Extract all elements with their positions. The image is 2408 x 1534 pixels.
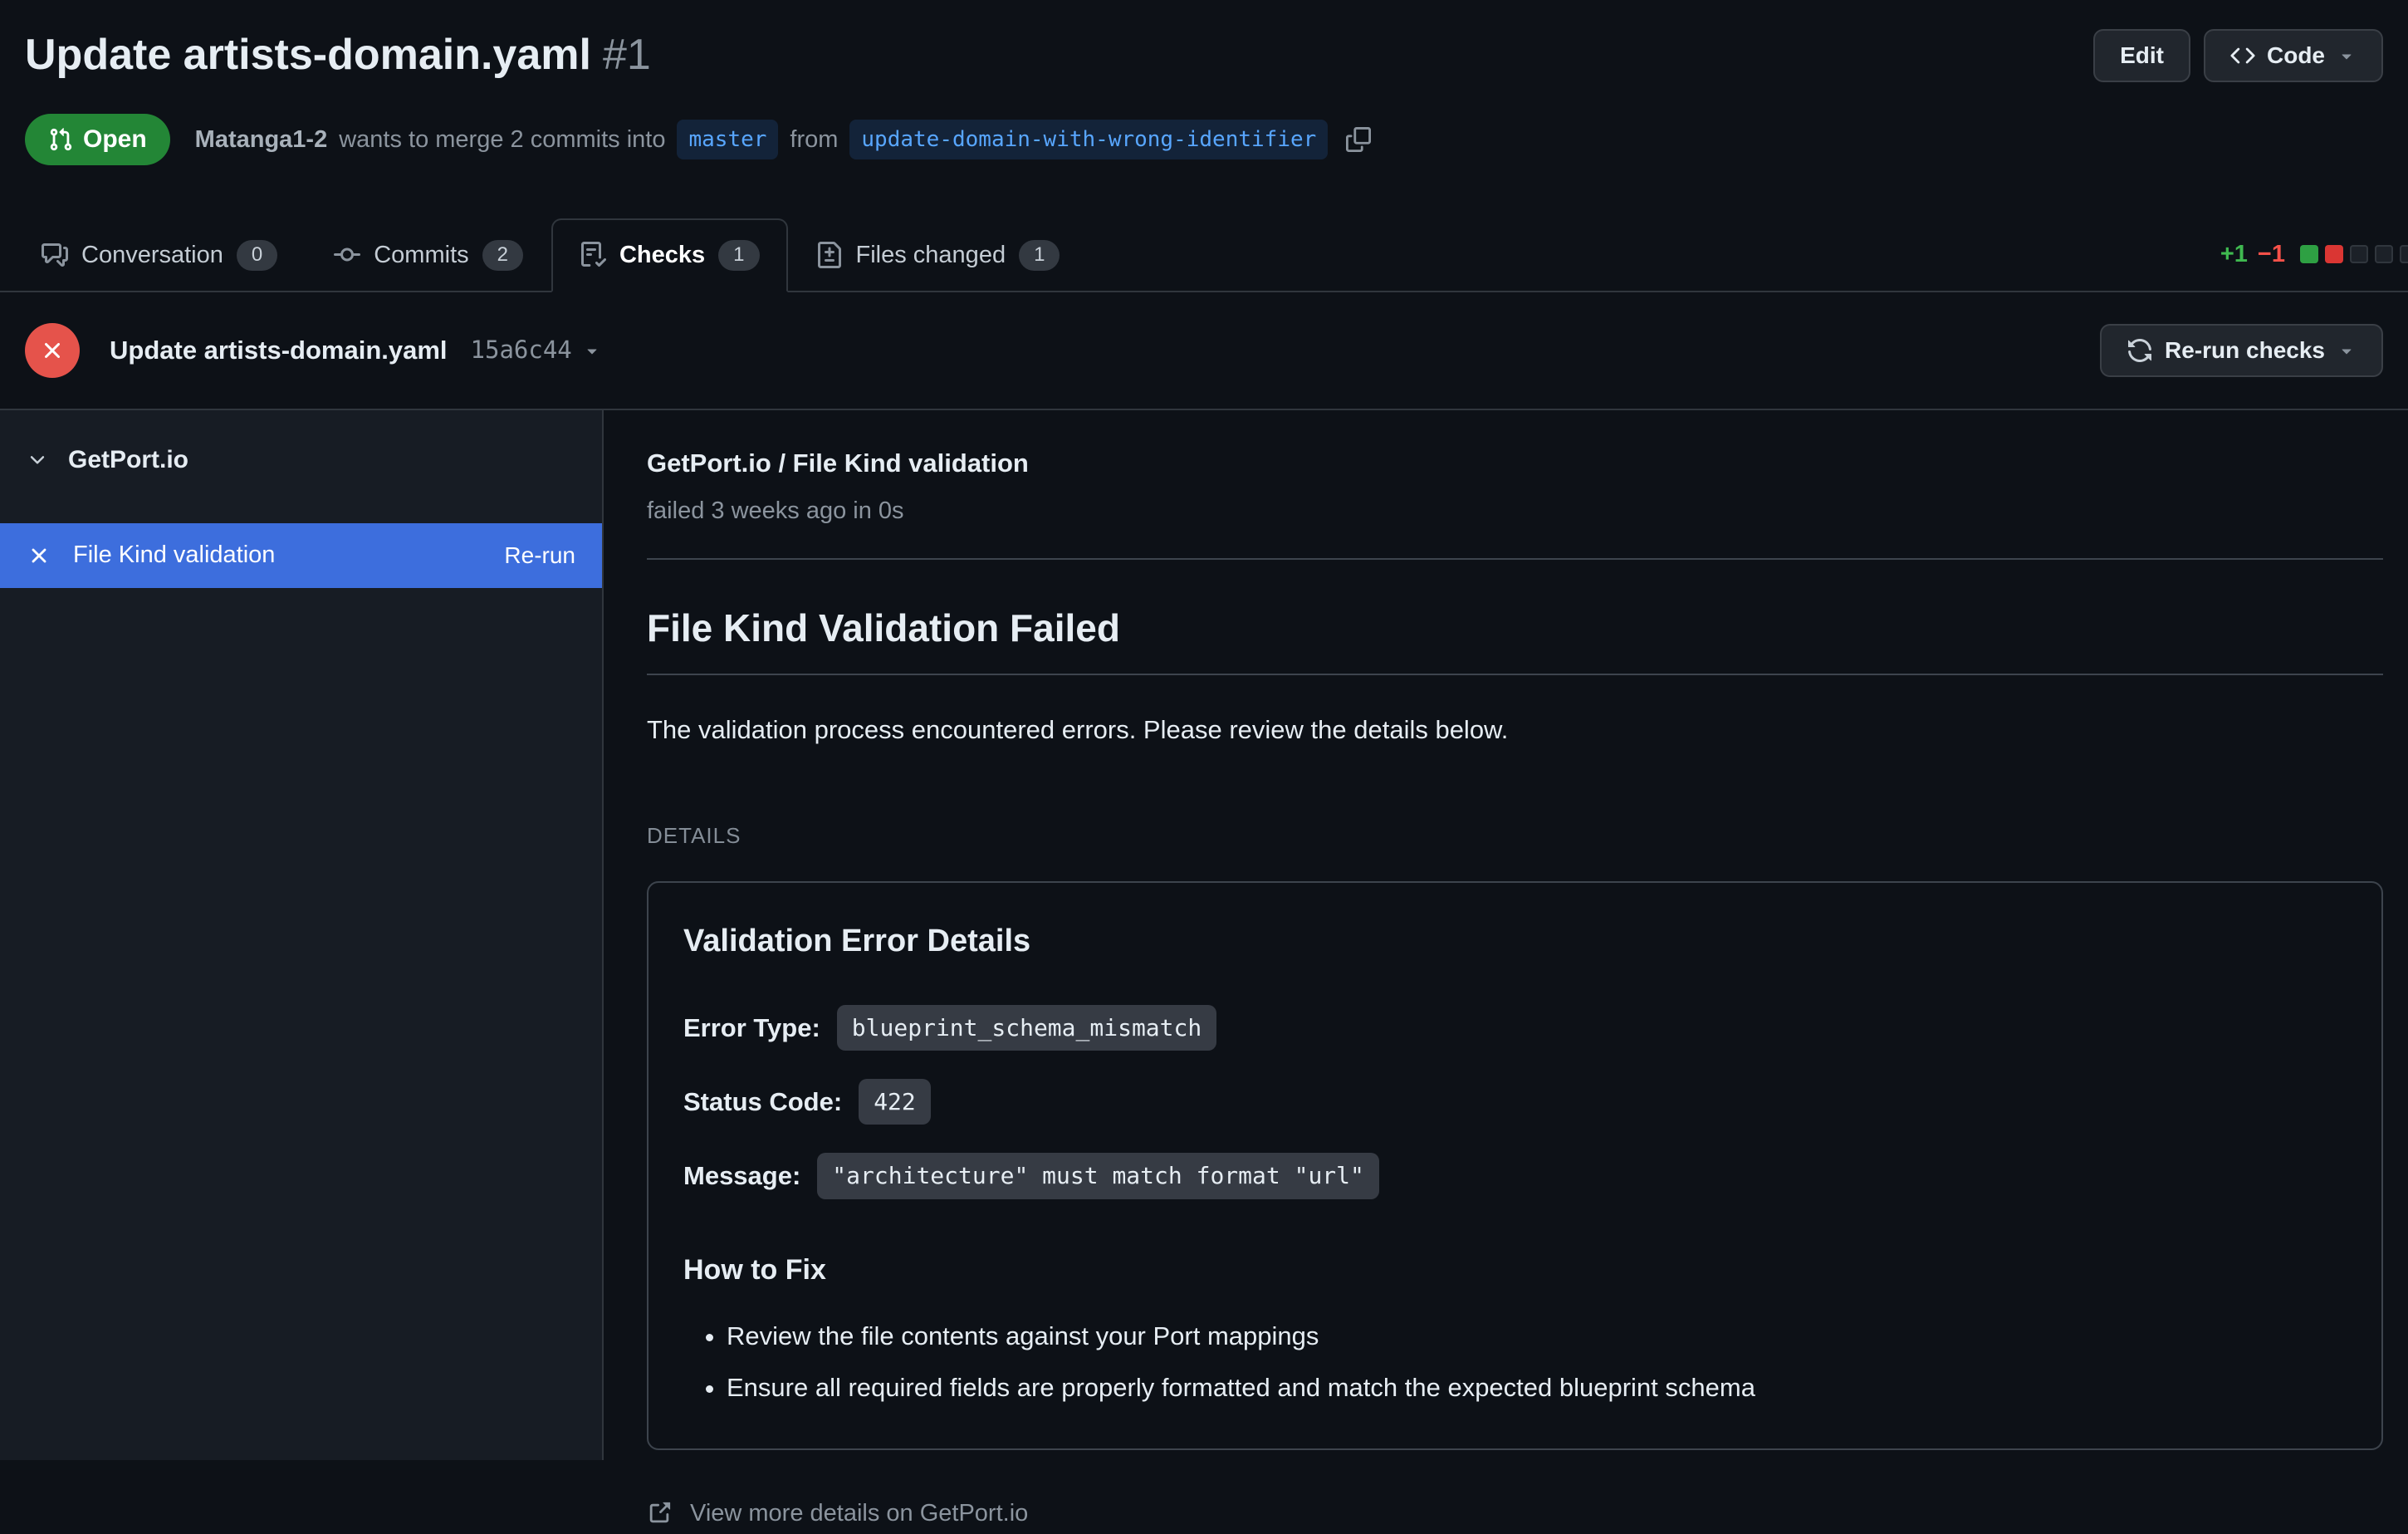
tab-label: Commits bbox=[374, 238, 468, 272]
fix-list-item: Review the file contents against your Po… bbox=[727, 1318, 2347, 1354]
error-type-row: Error Type: blueprint_schema_mismatch bbox=[683, 1005, 2347, 1051]
validation-error-card: Validation Error Details Error Type: blu… bbox=[647, 881, 2383, 1450]
x-icon bbox=[27, 543, 51, 568]
pr-header: Update artists-domain.yaml#1 Edit Code O… bbox=[0, 0, 2408, 165]
error-type-label: Error Type: bbox=[683, 1010, 820, 1046]
link-external-icon bbox=[647, 1501, 672, 1526]
status-code-value: 422 bbox=[859, 1079, 931, 1125]
sidebar-item-file-kind-validation[interactable]: File Kind validation Re-run bbox=[0, 523, 602, 588]
details-section-label: DETAILS bbox=[647, 821, 2383, 850]
card-title: Validation Error Details bbox=[683, 919, 2347, 963]
code-icon bbox=[2230, 43, 2255, 68]
chevron-down-icon bbox=[27, 449, 48, 471]
pr-byline: Matanga1-2 wants to merge 2 commits into… bbox=[195, 120, 1372, 159]
check-status-line: failed 3 weeks ago in 0s bbox=[647, 494, 2383, 528]
tab-label: Checks bbox=[619, 238, 705, 272]
code-button-label: Code bbox=[2267, 42, 2325, 69]
check-output-intro: The validation process encountered error… bbox=[647, 712, 2383, 747]
tab-counter: 0 bbox=[237, 240, 277, 271]
fix-list: Review the file contents against your Po… bbox=[683, 1318, 2347, 1405]
rerun-checks-label: Re-run checks bbox=[2165, 337, 2325, 364]
sidebar-item-label: File Kind validation bbox=[73, 538, 275, 572]
pr-byline-row: Open Matanga1-2 wants to merge 2 commits… bbox=[25, 114, 2383, 165]
triangle-down-icon bbox=[582, 341, 602, 360]
status-code-row: Status Code: 422 bbox=[683, 1079, 2347, 1125]
sidebar-group-getport[interactable]: GetPort.io bbox=[0, 440, 602, 480]
check-run-title: Update artists-domain.yaml bbox=[110, 332, 448, 368]
tab-label: Conversation bbox=[81, 238, 223, 272]
tab-checks[interactable]: Checks 1 bbox=[551, 218, 788, 292]
tab-label: Files changed bbox=[856, 238, 1006, 272]
check-breadcrumb: GetPort.io / File Kind validation bbox=[647, 445, 2383, 481]
copy-icon bbox=[1346, 127, 1371, 152]
diffstat[interactable]: +1 −1 bbox=[2220, 238, 2408, 272]
external-details-link[interactable]: View more details on GetPort.io bbox=[647, 1497, 1028, 1531]
divider bbox=[647, 558, 2383, 560]
pr-title-text: Update artists-domain.yaml bbox=[25, 31, 591, 79]
sync-icon bbox=[2127, 337, 2153, 364]
sidebar-group-label: GetPort.io bbox=[68, 443, 188, 478]
pr-author[interactable]: Matanga1-2 bbox=[195, 123, 328, 157]
tab-counter: 2 bbox=[482, 240, 523, 271]
copy-branch-button[interactable] bbox=[1346, 127, 1371, 152]
diffstat-square-neutral bbox=[2350, 245, 2368, 263]
tab-conversation[interactable]: Conversation 0 bbox=[13, 218, 306, 292]
diffstat-square-neutral bbox=[2400, 245, 2408, 263]
fix-list-item: Ensure all required fields are properly … bbox=[727, 1370, 2347, 1405]
check-output-heading: File Kind Validation Failed bbox=[647, 605, 2383, 676]
diffstat-square-added bbox=[2300, 245, 2318, 263]
head-branch-label[interactable]: update-domain-with-wrong-identifier bbox=[849, 120, 1328, 159]
pr-state-label: Open bbox=[83, 122, 147, 157]
checks-sidebar: GetPort.io File Kind validation Re-run bbox=[0, 410, 604, 1460]
code-button[interactable]: Code bbox=[2204, 29, 2383, 82]
tab-commits[interactable]: Commits 2 bbox=[306, 218, 551, 292]
sidebar-rerun-link[interactable]: Re-run bbox=[504, 539, 575, 571]
header-buttons: Edit Code bbox=[2093, 29, 2383, 82]
message-label: Message: bbox=[683, 1158, 800, 1193]
pr-state-badge: Open bbox=[25, 114, 170, 165]
status-code-label: Status Code: bbox=[683, 1084, 842, 1120]
checklist-icon bbox=[580, 242, 606, 268]
base-branch-label[interactable]: master bbox=[677, 120, 778, 159]
pr-number: #1 bbox=[603, 31, 651, 79]
checks-body: GetPort.io File Kind validation Re-run G… bbox=[0, 410, 2408, 1460]
diffstat-deletions: −1 bbox=[2258, 238, 2285, 272]
check-failed-icon bbox=[25, 323, 80, 378]
edit-button[interactable]: Edit bbox=[2093, 29, 2190, 82]
error-type-value: blueprint_schema_mismatch bbox=[837, 1005, 1216, 1051]
git-commit-icon bbox=[334, 242, 360, 268]
chevron-down-icon bbox=[2337, 341, 2357, 360]
tab-counter: 1 bbox=[718, 240, 759, 271]
git-pull-request-icon bbox=[48, 127, 73, 152]
pr-byline-from: from bbox=[790, 123, 838, 157]
diffstat-additions: +1 bbox=[2220, 238, 2248, 272]
tab-files-changed[interactable]: Files changed 1 bbox=[788, 218, 1089, 292]
pr-byline-text: wants to merge 2 commits into bbox=[339, 123, 665, 157]
pr-title-row: Update artists-domain.yaml#1 Edit Code bbox=[25, 28, 2383, 82]
tab-counter: 1 bbox=[1019, 240, 1060, 271]
file-diff-icon bbox=[816, 242, 843, 268]
pr-tabnav: Conversation 0 Commits 2 Checks 1 Files … bbox=[0, 218, 2408, 292]
rerun-checks-button[interactable]: Re-run checks bbox=[2100, 324, 2383, 377]
commit-sha: 15a6c44 bbox=[471, 333, 572, 367]
check-detail-content: GetPort.io / File Kind validation failed… bbox=[604, 410, 2408, 1460]
commit-picker-caret[interactable] bbox=[582, 341, 602, 360]
external-details-link-label: View more details on GetPort.io bbox=[690, 1497, 1028, 1531]
message-row: Message: "architecture" must match forma… bbox=[683, 1153, 2347, 1198]
check-run-header: Update artists-domain.yaml 15a6c44 Re-ru… bbox=[0, 292, 2408, 410]
chevron-down-icon bbox=[2337, 46, 2357, 66]
how-to-fix-heading: How to Fix bbox=[683, 1251, 2347, 1291]
message-value: "architecture" must match format "url" bbox=[817, 1153, 1379, 1198]
comment-discussion-icon bbox=[42, 242, 68, 268]
diffstat-square-neutral bbox=[2375, 245, 2393, 263]
page-title: Update artists-domain.yaml#1 bbox=[25, 28, 651, 82]
edit-button-label: Edit bbox=[2120, 42, 2164, 69]
diffstat-square-deleted bbox=[2325, 245, 2343, 263]
github-pr-checks-page: { "colors": { "page_bg": "#0d1117", "pan… bbox=[0, 0, 2408, 1487]
